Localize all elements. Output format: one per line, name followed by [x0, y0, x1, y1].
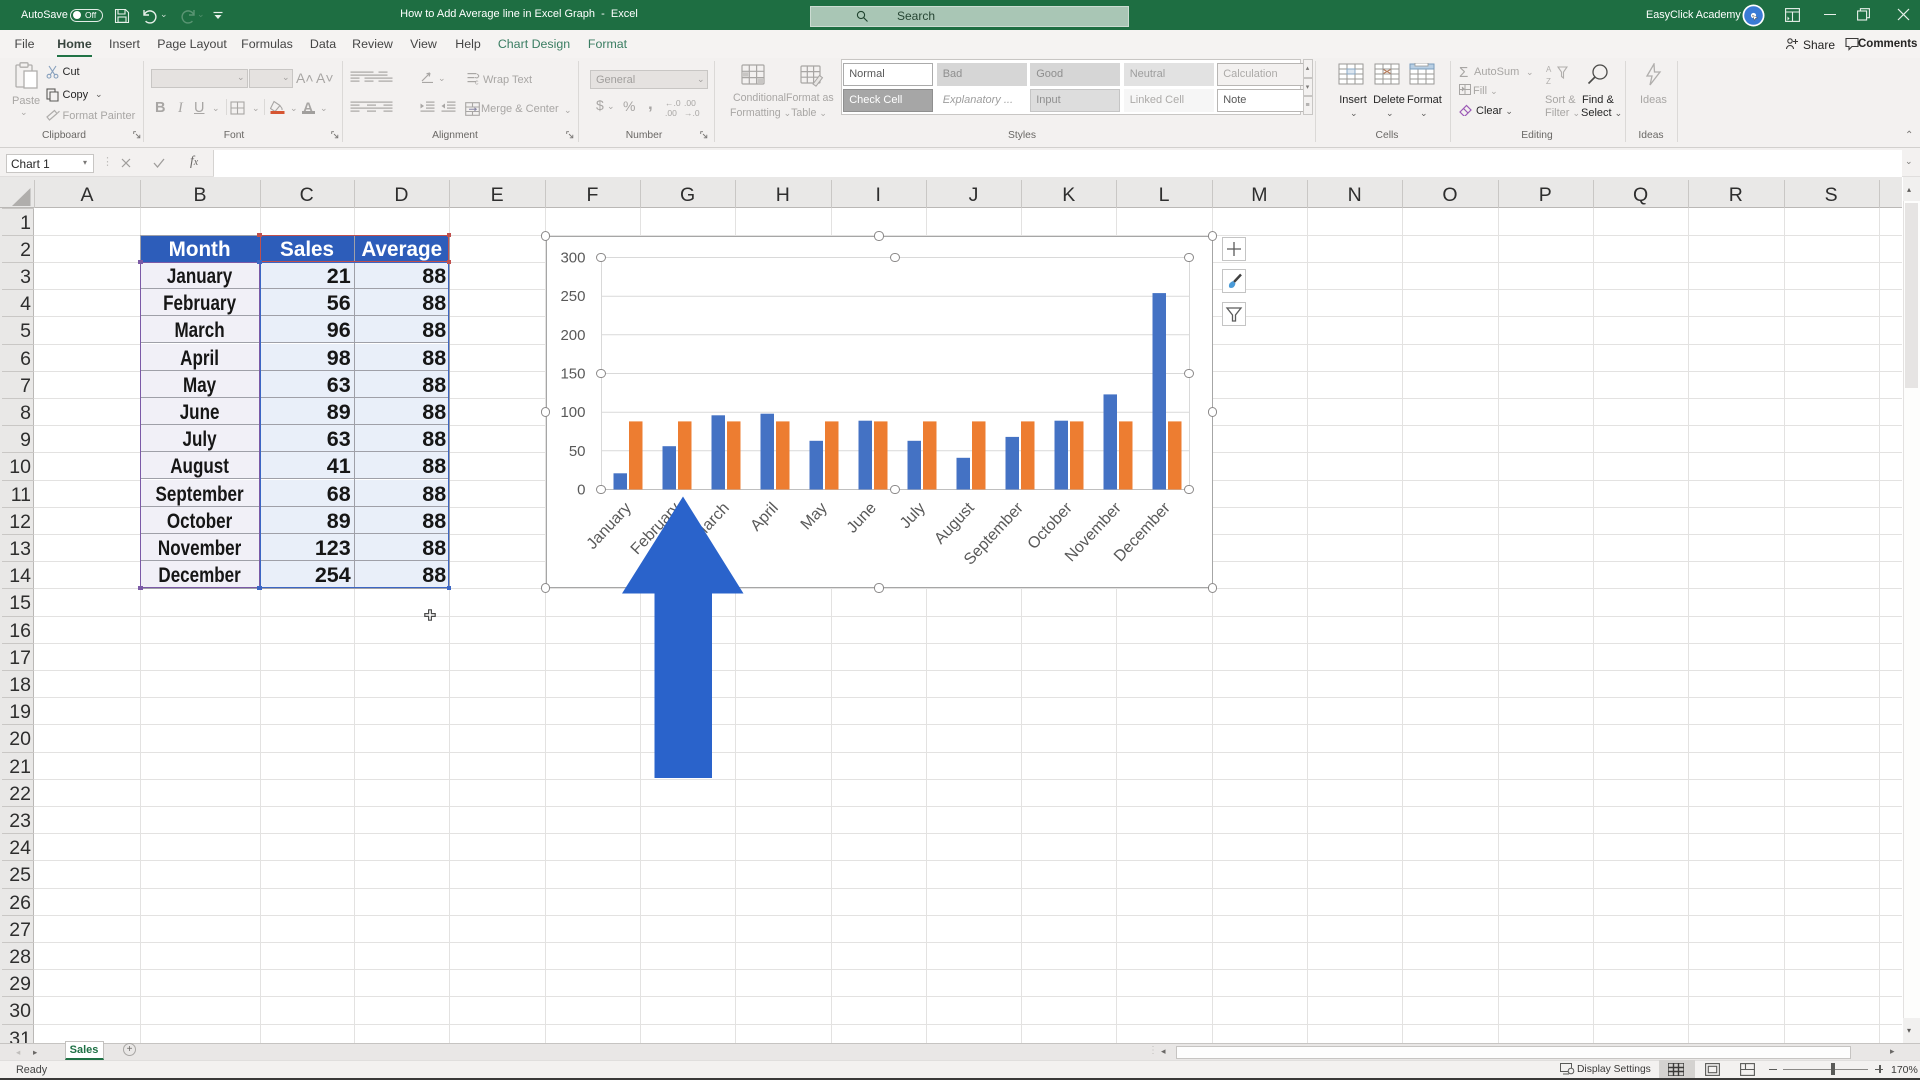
svg-text:300: 300: [560, 250, 585, 267]
svg-text:100: 100: [560, 404, 585, 421]
svg-text:200: 200: [560, 327, 585, 344]
svg-text:250: 250: [560, 288, 585, 305]
svg-text:April: April: [747, 500, 781, 535]
svg-text:50: 50: [568, 443, 585, 460]
svg-text:June: June: [843, 500, 879, 537]
svg-text:October: October: [1024, 499, 1076, 553]
svg-text:May: May: [797, 500, 830, 534]
svg-text:Z: Z: [1546, 77, 1551, 86]
svg-text:August: August: [931, 499, 978, 547]
svg-text:A: A: [1546, 65, 1552, 74]
svg-text:July: July: [896, 500, 928, 532]
svg-text:c: c: [475, 80, 479, 86]
svg-text:0: 0: [577, 482, 585, 499]
svg-text:150: 150: [560, 366, 585, 383]
